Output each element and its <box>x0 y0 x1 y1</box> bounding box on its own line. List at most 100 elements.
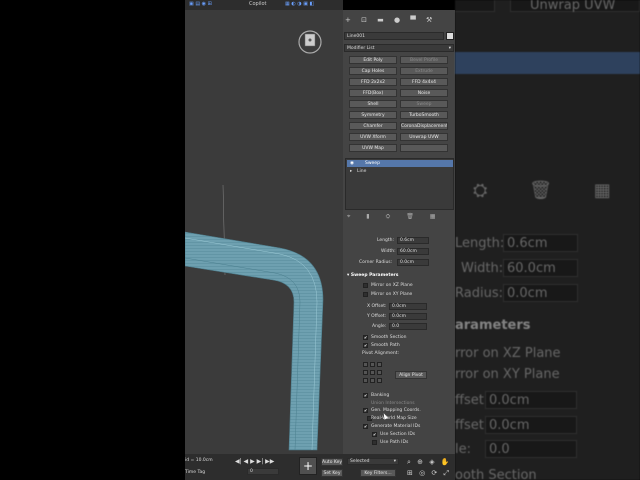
bg-radius: 0.0cm <box>507 286 548 301</box>
corner-radius-label: Corner Radius: <box>359 260 393 265</box>
pivot-grid-cell[interactable] <box>370 378 375 383</box>
pivot-grid-cell[interactable] <box>363 378 368 383</box>
modifier-button[interactable]: Shell <box>349 100 397 108</box>
x-offset-label: X Offset: <box>367 304 387 309</box>
modifier-button[interactable]: Noise <box>400 89 448 97</box>
bg-toolbar-icons: ⛭ 🗑 ▦ <box>473 180 629 201</box>
gen-mapping-label: Gen. Mapping Coords. <box>371 408 421 413</box>
bg-width: 60.0cm <box>507 261 556 276</box>
modifier-button[interactable]: Bevel Profile <box>400 56 448 64</box>
bg-mirror-xy: rror on XY Plane <box>455 367 560 382</box>
bg-smooth: ooth Section <box>455 468 537 480</box>
viewport[interactable] <box>185 10 343 454</box>
modifier-button[interactable]: CoronaDisplacementMod <box>400 122 448 130</box>
grid-label: id = 10.0cm <box>185 458 213 463</box>
angle-field[interactable]: 0.0 <box>389 323 427 330</box>
auto-key-button[interactable]: Auto Key <box>321 458 343 466</box>
modifier-button[interactable]: Edit Poly <box>349 56 397 64</box>
smooth-path-label: Smooth Path <box>371 343 400 348</box>
key-filters-button[interactable]: Key Filters... <box>360 469 396 477</box>
pivot-grid-cell[interactable] <box>377 370 382 375</box>
corner-radius-field[interactable]: 0.0cm <box>397 259 429 266</box>
bg-unwrap-text: Unwrap UVW <box>530 0 616 13</box>
mirror-xy-label: Mirror on XY Plane <box>371 292 413 297</box>
smooth-section-checkbox[interactable]: ✔ <box>363 335 368 340</box>
panel-tabs[interactable]: + ⊡ ▬ ● ▀ ⚒ <box>345 16 436 24</box>
banking-label: Banking <box>371 393 390 398</box>
pivot-grid-cell[interactable] <box>370 370 375 375</box>
set-key-button[interactable]: Set Key <box>321 469 343 477</box>
bg-params-title: arameters <box>455 318 531 333</box>
copilot-label[interactable]: Copilot <box>249 1 267 7</box>
mirror-xy-checkbox[interactable] <box>363 292 368 297</box>
gen-material-label: Generate Material IDs <box>371 424 421 429</box>
bg-offset2-label: ffset: <box>455 418 489 433</box>
modifier-button[interactable]: FFD(Box) <box>349 89 397 97</box>
y-offset-field[interactable]: 0.0cm <box>389 313 427 320</box>
length-field[interactable]: 0.6cm <box>397 237 429 244</box>
angle-label: Angle: <box>372 324 387 329</box>
bg-length-label: Length: <box>455 236 505 251</box>
viewcube-icon <box>298 30 322 54</box>
mirror-xz-checkbox[interactable] <box>363 283 368 288</box>
pivot-grid-cell[interactable] <box>363 362 368 367</box>
object-color-swatch[interactable] <box>446 32 454 40</box>
stack-item-line[interactable]: ▸ Line <box>347 168 453 175</box>
toolbar-icons-right[interactable]: ▦ ◐ ◑ ▣ ◧ <box>285 1 314 7</box>
banking-checkbox[interactable]: ✔ <box>363 393 368 398</box>
gen-mapping-checkbox[interactable]: ✔ <box>363 408 368 413</box>
modifier-button[interactable]: Cap Holes <box>349 67 397 75</box>
left-letterbox <box>0 0 185 480</box>
modifier-button[interactable]: Chamfer <box>349 122 397 130</box>
modifier-stack[interactable]: ◉ Sweep ▸ Line <box>345 158 454 210</box>
align-pivot-button[interactable]: Align Pivot <box>395 371 427 379</box>
playback-controls[interactable]: ◀| ◀ ▶ ▶| ▶▶ <box>235 458 274 465</box>
sweep-params-title[interactable]: ▾ Sweep Parameters <box>347 273 398 278</box>
pivot-alignment-label: Pivot Alignment: <box>362 351 400 356</box>
use-section-label: Use Section IDs <box>380 432 416 437</box>
modifier-button[interactable] <box>400 144 448 152</box>
modifier-button[interactable]: Sweep <box>400 100 448 108</box>
modifier-button[interactable]: FFD 2x2x2 <box>349 78 397 86</box>
length-label: Length: <box>377 238 395 243</box>
object-name-field[interactable]: Line001 <box>344 32 444 40</box>
modifier-button[interactable]: Extrude <box>400 67 448 75</box>
stack-item-sweep[interactable]: ◉ Sweep <box>347 160 453 167</box>
smooth-section-label: Smooth Section <box>371 335 407 340</box>
pivot-grid-cell[interactable] <box>377 378 382 383</box>
viewport-scene <box>185 30 324 451</box>
modifier-button[interactable]: UVW Xform <box>349 133 397 141</box>
modifier-button[interactable]: TurboSmooth <box>400 111 448 119</box>
time-tag-label[interactable]: Time Tag <box>185 470 205 475</box>
bg-mirror-xz: rror on XZ Plane <box>455 346 561 361</box>
modifier-button[interactable]: UVW Map <box>349 144 397 152</box>
modifier-button[interactable]: Unwrap UVW <box>400 133 448 141</box>
x-offset-field[interactable]: 0.0cm <box>389 303 427 310</box>
width-field[interactable]: 60.0cm <box>397 248 429 255</box>
selected-dropdown[interactable]: Selected ▾ <box>347 458 399 465</box>
smooth-path-checkbox[interactable]: ✔ <box>363 343 368 348</box>
nav-icons[interactable]: ⌕ ⊕ ◈ ✋ <box>407 458 452 467</box>
stack-tools[interactable]: ⌖ ▮ ⛭ 🗑 ▦ <box>347 213 442 221</box>
frame-field[interactable]: 0 <box>247 468 279 475</box>
sweep-mesh <box>185 231 324 451</box>
pivot-grid-cell[interactable] <box>363 370 368 375</box>
modifier-button[interactable]: FFD 4x4x4 <box>400 78 448 86</box>
expand-icon: ▸ <box>350 169 353 174</box>
modifier-list-dropdown[interactable]: Modifier List ▾ <box>344 44 454 52</box>
use-path-label: Use Path IDs <box>380 440 409 445</box>
pivot-grid-cell[interactable] <box>370 362 375 367</box>
bg-radius-label: Radius: <box>455 286 503 301</box>
use-path-checkbox[interactable] <box>372 440 377 445</box>
nav-icons-2[interactable]: ⊞ ◎ ⟳ ⤢ <box>407 469 451 478</box>
add-key-icon[interactable]: + <box>299 457 317 475</box>
gen-material-checkbox[interactable]: ✔ <box>363 424 368 429</box>
width-label: Width: <box>381 249 396 254</box>
use-section-checkbox[interactable]: ✔ <box>372 432 377 437</box>
pivot-grid-cell[interactable] <box>377 362 382 367</box>
modifier-button[interactable]: Symmetry <box>349 111 397 119</box>
bg-angle-label: le: <box>455 442 471 457</box>
background-panel: Unwrap UVW ⛭ 🗑 ▦ Length: 0.6cm Width: 60… <box>455 0 640 480</box>
toolbar-icon[interactable]: ▣ ▤ ◉ ⊞ <box>189 1 212 7</box>
bg-offset1-label: ffset: <box>455 393 489 408</box>
